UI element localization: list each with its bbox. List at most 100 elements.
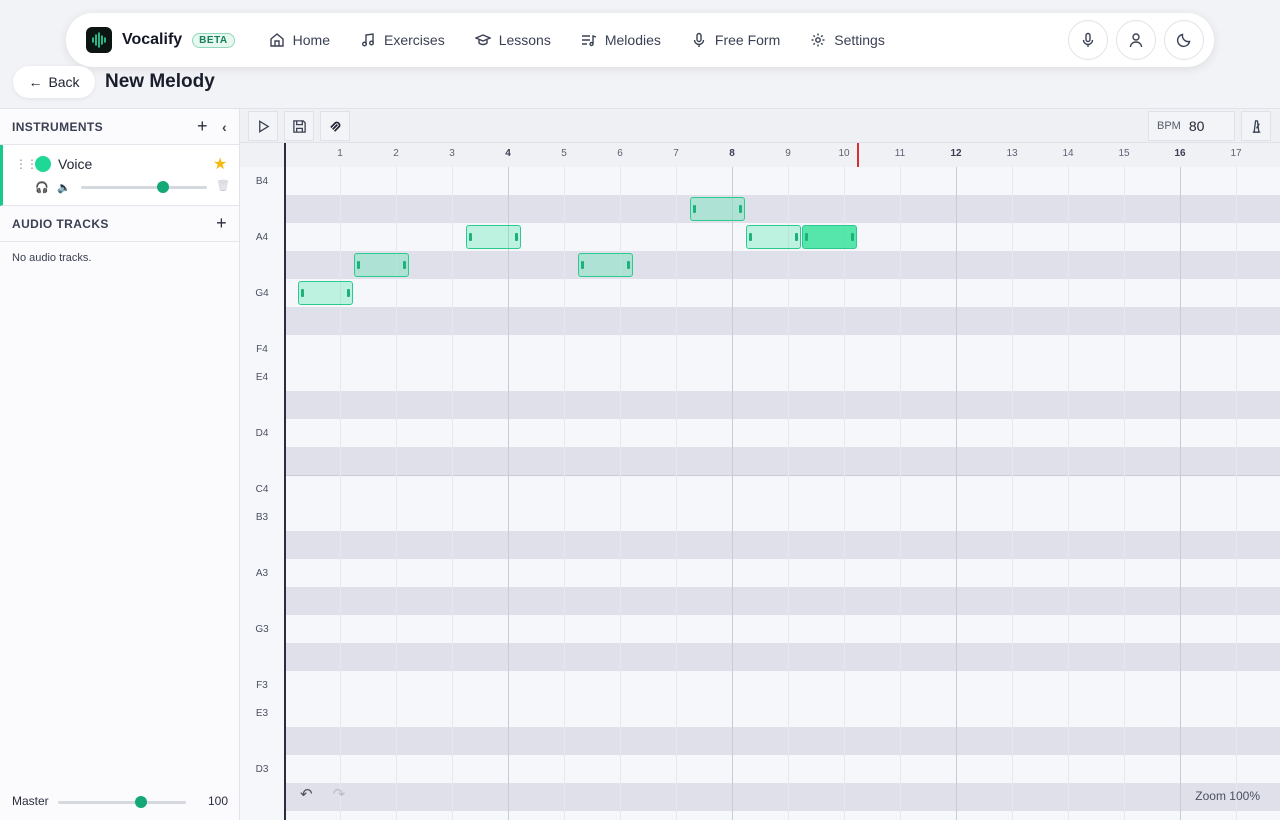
pitch-row[interactable] [284,503,1280,531]
redo-icon[interactable]: ↷ [333,785,346,803]
nav-free-form[interactable]: Free Form [691,32,780,48]
note-resize-handle[interactable] [805,233,808,241]
melody-note[interactable] [746,225,801,249]
undo-icon[interactable]: ↶ [300,785,313,803]
no-audio-tracks-text: No audio tracks. [12,252,92,264]
note-resize-handle[interactable] [469,233,472,241]
note-resize-handle[interactable] [515,233,518,241]
pitch-row[interactable] [284,755,1280,783]
beat-ruler[interactable]: 1 2 3 4 5 6 7 8 9 10 11 12 13 14 15 16 17 [240,143,1280,167]
snap-toggle-button[interactable] [320,111,350,141]
metronome-button[interactable] [1241,111,1271,141]
pitch-row[interactable] [284,335,1280,363]
beat-number: 4 [505,148,511,159]
melody-note[interactable] [354,253,409,277]
microphone-button[interactable] [1068,20,1108,60]
note-resize-handle[interactable] [795,233,798,241]
pitch-row[interactable] [284,475,1280,503]
note-resize-handle[interactable] [749,233,752,241]
instrument-item[interactable]: ⋮⋮ Voice ★ 🎧 🔈 🗑 [0,145,239,206]
master-volume-slider[interactable] [58,796,186,808]
pitch-row[interactable] [284,279,1280,307]
graduation-cap-icon [474,34,491,46]
pitch-row[interactable] [284,419,1280,447]
metronome-icon [1252,119,1260,133]
note-resize-handle[interactable] [693,205,696,213]
profile-button[interactable] [1116,20,1156,60]
pitch-label [240,195,284,223]
melody-note[interactable] [466,225,521,249]
slider-knob[interactable] [156,181,169,193]
pitch-row[interactable] [284,195,1280,223]
drag-handle-icon[interactable]: ⋮⋮ [15,157,38,171]
note-resize-handle[interactable] [357,261,360,269]
note-grid[interactable]: B4 A4 G4 F4 E4 D4 C4 B3 A3 G3 F3 E3 D3 [240,167,1280,820]
add-instrument-icon[interactable]: + [197,116,208,137]
melody-note[interactable] [298,281,353,305]
volume-icon[interactable]: 🔈 [57,181,71,194]
instrument-color-dot [35,156,51,172]
home-icon [269,33,284,47]
bar-line [1180,167,1181,820]
pitch-row[interactable] [284,699,1280,727]
pitch-label: B4 [240,167,284,195]
trash-icon[interactable]: 🗑 [216,179,230,192]
pitch-label [240,251,284,279]
nav-settings[interactable]: Settings [810,32,885,48]
pitch-row[interactable] [284,587,1280,615]
pitch-row[interactable] [284,559,1280,587]
pitch-row[interactable] [284,531,1280,559]
nav-lessons[interactable]: Lessons [474,32,551,48]
melody-note[interactable] [690,197,745,221]
melody-note[interactable] [802,225,857,249]
pitch-row[interactable] [284,363,1280,391]
bpm-value[interactable]: 80 [1189,118,1205,134]
pitch-row[interactable] [284,447,1280,475]
note-resize-handle[interactable] [403,261,406,269]
beat-number: 7 [673,148,679,159]
nav-exercises[interactable]: Exercises [360,32,445,48]
instruments-title: INSTRUMENTS [12,119,104,134]
beat-line [1068,167,1069,820]
pitch-row[interactable] [284,391,1280,419]
play-button[interactable] [248,111,278,141]
bpm-field[interactable]: BPM 80 [1148,111,1235,141]
note-resize-handle[interactable] [347,289,350,297]
note-resize-handle[interactable] [581,261,584,269]
pitch-row[interactable] [284,643,1280,671]
note-resize-handle[interactable] [627,261,630,269]
note-resize-handle[interactable] [301,289,304,297]
nav-home[interactable]: Home [269,32,330,48]
pitch-row[interactable] [284,167,1280,195]
pitch-row[interactable] [284,727,1280,755]
slider-knob[interactable] [135,796,148,808]
history-controls: ↶ ↷ [288,779,358,809]
beat-number: 14 [1062,148,1074,159]
collapse-sidebar-icon[interactable]: ‹ [222,119,227,135]
pitch-label [240,643,284,671]
star-icon[interactable]: ★ [213,154,227,174]
pitch-row[interactable] [284,671,1280,699]
beat-number: 3 [449,148,455,159]
melody-note[interactable] [578,253,633,277]
headphones-icon[interactable]: 🎧 [35,181,49,194]
instrument-volume-slider[interactable] [81,181,207,193]
user-icon [1129,33,1143,48]
note-resize-handle[interactable] [851,233,854,241]
pitch-row[interactable] [284,615,1280,643]
back-button[interactable]: ← Back [13,66,95,98]
save-button[interactable] [284,111,314,141]
brand-name[interactable]: Vocalify [122,31,182,49]
note-resize-handle[interactable] [739,205,742,213]
music-note-icon [362,33,375,47]
playhead-marker[interactable] [857,143,859,167]
add-audio-track-icon[interactable]: + [216,213,227,234]
master-label: Master [12,794,49,808]
pitch-row[interactable] [284,783,1280,811]
beat-line [1236,167,1237,820]
theme-toggle-button[interactable] [1164,20,1204,60]
pitch-row[interactable] [284,251,1280,279]
nav-melodies[interactable]: Melodies [581,32,661,48]
pitch-row[interactable] [284,307,1280,335]
beat-number: 10 [838,148,850,159]
